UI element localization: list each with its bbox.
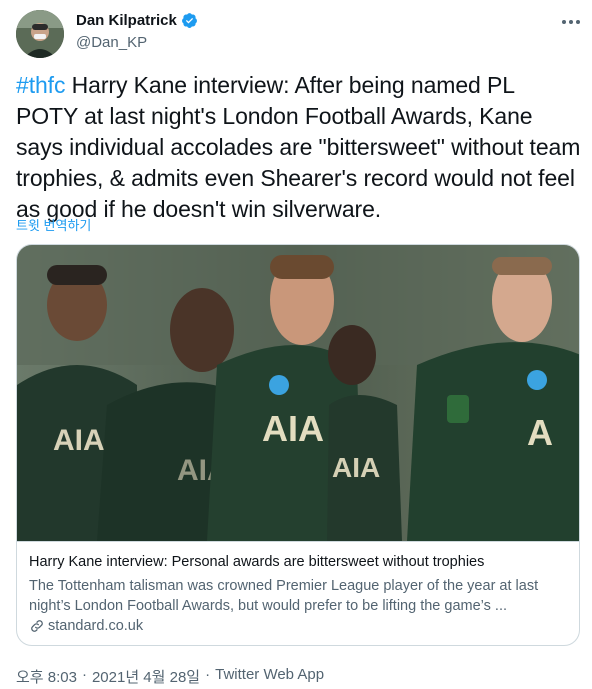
tweet-time[interactable]: 오후 8:03 xyxy=(16,666,77,687)
verified-badge-icon xyxy=(181,13,197,28)
meta-separator: · xyxy=(205,666,211,683)
card-domain: standard.co.uk xyxy=(29,618,143,634)
svg-text:A: A xyxy=(527,412,553,453)
author-handle[interactable]: @Dan_KP xyxy=(76,34,147,51)
tweet-body: Harry Kane interview: After being named … xyxy=(16,72,581,222)
more-options-icon[interactable] xyxy=(560,10,582,32)
card-title: Harry Kane interview: Personal awards ar… xyxy=(29,554,485,570)
svg-text:AIA: AIA xyxy=(53,424,105,457)
tweet-date[interactable]: 2021년 4월 28일 xyxy=(92,666,200,687)
tweet-source[interactable]: Twitter Web App xyxy=(215,666,324,687)
card-meta: Harry Kane interview: Personal awards ar… xyxy=(17,541,579,645)
card-description: The Tottenham talisman was crowned Premi… xyxy=(29,578,539,614)
tweet-header: Dan Kilpatrick @Dan_KP xyxy=(16,8,584,60)
link-icon xyxy=(31,620,43,632)
translate-tweet-link[interactable]: 트윗 번역하기 xyxy=(16,215,91,234)
author-avatar[interactable] xyxy=(16,10,64,58)
tweet-metadata: 오후 8:03 · 2021년 4월 28일 · Twitter Web App xyxy=(16,666,324,687)
author-name-row: Dan Kilpatrick xyxy=(76,12,198,29)
svg-text:AIA: AIA xyxy=(262,408,324,449)
svg-text:AIA: AIA xyxy=(332,452,380,483)
tweet-text: #thfc Harry Kane interview: After being … xyxy=(16,70,581,225)
meta-separator: · xyxy=(81,666,87,683)
link-preview-card[interactable]: AIA AIA AIA AIA A Harry Kane interview: … xyxy=(16,244,580,646)
hashtag-link[interactable]: #thfc xyxy=(16,72,65,98)
avatar-image xyxy=(16,10,64,58)
author-display-name[interactable]: Dan Kilpatrick xyxy=(76,12,177,29)
card-domain-text: standard.co.uk xyxy=(48,618,144,634)
card-image[interactable]: AIA AIA AIA AIA A xyxy=(17,245,580,541)
